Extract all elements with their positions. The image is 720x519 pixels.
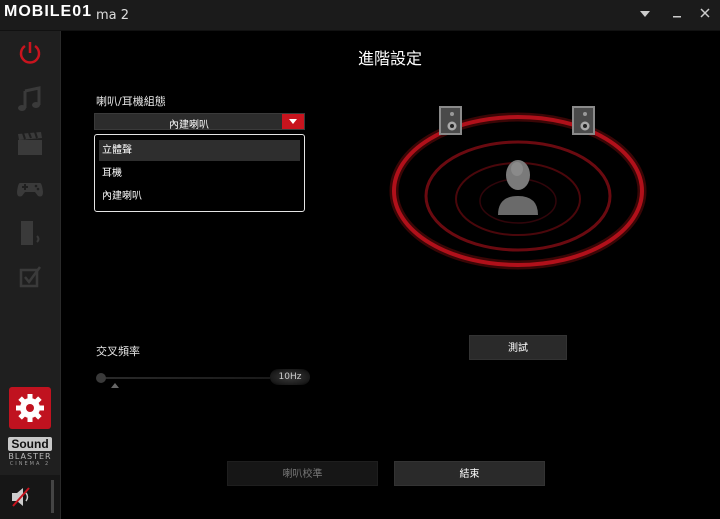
page-title: 進階設定 <box>357 49 422 68</box>
close-icon[interactable] <box>694 6 716 24</box>
music-note-icon[interactable] <box>14 84 46 116</box>
crossover-slider-track[interactable] <box>100 377 270 379</box>
done-button[interactable]: 結束 <box>394 461 545 486</box>
settings-button[interactable] <box>9 387 51 429</box>
voice-icon[interactable] <box>14 217 46 249</box>
gamepad-icon[interactable] <box>14 172 46 204</box>
crossover-value: 10Hz <box>270 369 310 385</box>
right-speaker-icon <box>572 106 595 135</box>
logo-line-sound: Sound <box>8 437 52 451</box>
option-stereo[interactable]: 立體聲 <box>99 140 300 161</box>
option-built-in-speaker[interactable]: 內建喇叭 <box>99 186 300 207</box>
chevron-down-icon[interactable] <box>634 6 656 24</box>
volume-slider[interactable] <box>51 480 54 513</box>
checkbox-icon[interactable] <box>14 261 46 293</box>
speaker-muted-icon[interactable] <box>10 485 36 509</box>
speaker-config-dropdown: 立體聲 耳機 內建喇叭 <box>94 134 305 212</box>
left-speaker-icon <box>439 106 462 135</box>
crossover-slider-handle[interactable] <box>96 373 106 383</box>
window-title: ma 2 <box>96 8 130 23</box>
crossover-label: 交叉頻率 <box>96 345 140 358</box>
listener-icon <box>498 160 538 215</box>
test-button[interactable]: 測試 <box>469 335 567 360</box>
title-bar: MOBILE01 ma 2 <box>0 0 720 31</box>
logo-line-blaster: BLASTER <box>8 452 52 461</box>
speaker-config-select[interactable]: 內建喇叭 <box>94 113 305 131</box>
brand-watermark: MOBILE01 <box>4 3 93 20</box>
power-icon[interactable] <box>14 37 46 69</box>
minimize-icon[interactable] <box>666 6 688 24</box>
slider-marker-icon <box>111 383 119 388</box>
speaker-config-label: 喇叭/耳機組態 <box>96 95 166 108</box>
option-headphones[interactable]: 耳機 <box>99 163 300 184</box>
sidebar: Sound BLASTER CINEMA 2 <box>0 31 61 519</box>
movie-clapper-icon[interactable] <box>14 128 46 160</box>
gear-icon <box>16 394 44 422</box>
logo-line-cinema: CINEMA 2 <box>9 461 51 467</box>
chevron-down-icon[interactable] <box>282 114 304 129</box>
sound-ring-outer <box>392 115 644 267</box>
sound-blaster-logo: Sound BLASTER CINEMA 2 <box>8 437 52 467</box>
speaker-visualization <box>380 100 660 310</box>
speaker-config-value: 內建喇叭 <box>169 120 209 131</box>
speaker-calibration-button[interactable]: 喇叭校準 <box>227 461 378 486</box>
